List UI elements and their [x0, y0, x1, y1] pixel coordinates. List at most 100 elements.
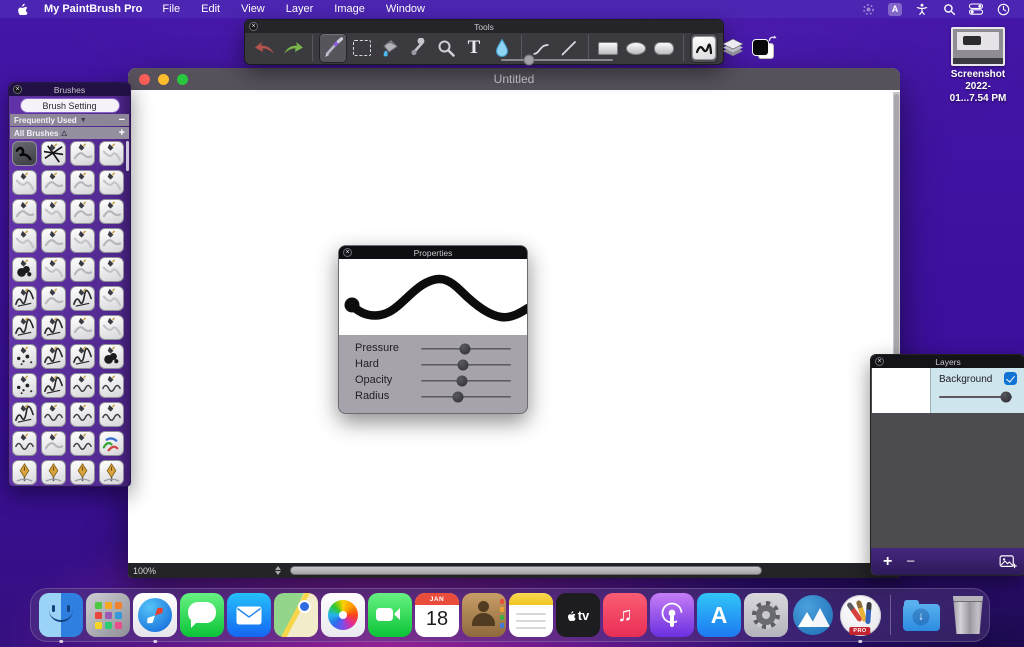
keyboard-input-icon[interactable]: A [888, 3, 902, 16]
close-icon[interactable]: × [875, 357, 884, 366]
color-swatch-tool[interactable] [748, 34, 778, 62]
brush-tile-goldpen[interactable] [41, 460, 66, 485]
brush-tile-darkblob[interactable] [99, 344, 124, 369]
clock-icon[interactable] [996, 2, 1010, 16]
menu-item-edit[interactable]: Edit [201, 3, 220, 15]
slider-handle[interactable] [457, 376, 468, 387]
dock-icon-finder[interactable] [39, 593, 83, 637]
add-layer-button[interactable]: + [883, 555, 892, 569]
brush-tile-goldpen[interactable] [99, 460, 124, 485]
layer-opacity-handle[interactable] [1001, 392, 1012, 403]
layer-thumbnail[interactable] [872, 368, 931, 413]
tools-palette-titlebar[interactable]: × Tools [245, 20, 723, 33]
freehand-brush-tool[interactable] [690, 33, 718, 63]
dock-icon-paintbrush-pro[interactable]: PRO [838, 593, 882, 637]
wrench-tool[interactable] [405, 34, 431, 62]
app-menu-title[interactable]: My PaintBrush Pro [44, 3, 142, 15]
brushes-panel-titlebar[interactable]: × Brushes [9, 83, 130, 96]
brush-tile-faint2[interactable] [99, 286, 124, 311]
close-icon[interactable]: × [13, 85, 22, 94]
brush-tile-faint2[interactable] [99, 315, 124, 340]
brush-tile-faint[interactable] [70, 199, 95, 224]
brush-tile-ink[interactable] [12, 315, 37, 340]
brush-tile-faint[interactable] [41, 170, 66, 195]
screen-mirroring-icon[interactable] [861, 2, 875, 16]
brush-tile-splat[interactable] [12, 344, 37, 369]
menu-item-image[interactable]: Image [334, 3, 365, 15]
slider-track[interactable] [421, 380, 511, 382]
brush-tile-goldpen[interactable] [70, 460, 95, 485]
brush-setting-button[interactable]: Brush Setting [20, 98, 120, 113]
search-icon[interactable] [942, 2, 956, 16]
screenshot-thumbnail[interactable] [951, 27, 1005, 66]
brush-tile-ink[interactable] [41, 373, 66, 398]
slider-handle[interactable] [458, 360, 469, 371]
brush-tile-wave[interactable] [70, 402, 95, 427]
dock-icon-mountain-app[interactable] [791, 593, 835, 637]
dock-icon-app-store[interactable]: A [697, 593, 741, 637]
dock-icon-downloads[interactable]: ↓ [899, 593, 943, 637]
properties-panel-titlebar[interactable]: × Properties [339, 246, 527, 259]
brush-tile-ink[interactable] [12, 402, 37, 427]
brush-tile-wave[interactable] [12, 431, 37, 456]
dock-icon-messages[interactable] [180, 593, 224, 637]
brush-tile-ink[interactable] [41, 315, 66, 340]
rounded-rect-shape-tool[interactable] [651, 34, 677, 62]
dock-icon-mail[interactable] [227, 593, 271, 637]
brush-tile-faint[interactable] [99, 228, 124, 253]
brush-tile-wave[interactable] [99, 402, 124, 427]
paintbrush-tool[interactable] [319, 33, 347, 63]
brush-tile-faint[interactable] [70, 315, 95, 340]
control-center-icon[interactable] [969, 2, 983, 16]
ellipse-shape-tool[interactable] [623, 34, 649, 62]
brush-tile-faint2[interactable] [99, 141, 124, 166]
dock-icon-contacts[interactable] [462, 593, 506, 637]
window-titlebar[interactable]: Untitled [128, 68, 900, 90]
dock-icon-launchpad[interactable] [86, 593, 130, 637]
close-icon[interactable]: × [249, 22, 258, 31]
brush-tile-faint[interactable] [41, 286, 66, 311]
dock-icon-calendar[interactable]: JAN 18 [415, 593, 459, 637]
brush-tile-goldpen[interactable] [12, 460, 37, 485]
dock-icon-notes[interactable] [509, 593, 553, 637]
remove-brush-button[interactable]: − [119, 115, 125, 125]
slider-track[interactable] [421, 348, 511, 350]
menu-item-view[interactable]: View [241, 3, 265, 15]
slider-handle[interactable] [452, 392, 463, 403]
brush-tile-faint[interactable] [99, 199, 124, 224]
brush-tile-faint[interactable] [41, 431, 66, 456]
brush-tile-ink[interactable] [41, 344, 66, 369]
layers-panel-titlebar[interactable]: × Layers [871, 355, 1024, 368]
brush-tile-faint[interactable] [70, 257, 95, 282]
swap-colors-icon[interactable] [768, 35, 777, 44]
brush-tile-faint[interactable] [70, 141, 95, 166]
brush-tile-faint2[interactable] [99, 170, 124, 195]
chevron-down-icon[interactable]: ▼ [80, 117, 87, 124]
brush-tile-color[interactable] [99, 431, 124, 456]
brush-tile-faint[interactable] [41, 228, 66, 253]
remove-layer-button[interactable]: − [906, 557, 915, 567]
brush-tile-ink[interactable] [70, 344, 95, 369]
layer-opacity-slider[interactable] [939, 396, 1012, 398]
foreground-color-swatch[interactable] [752, 39, 769, 56]
layer-visibility-checkbox[interactable] [1004, 372, 1017, 385]
brush-tile-faint[interactable] [12, 199, 37, 224]
brush-tile-wave[interactable] [99, 373, 124, 398]
brush-group-all-brushes[interactable]: All Brushes △ + [10, 127, 129, 139]
slider-track[interactable] [421, 396, 511, 398]
menu-item-window[interactable]: Window [386, 3, 425, 15]
magnifier-tool[interactable] [433, 34, 459, 62]
brush-tile-faint2[interactable] [12, 170, 37, 195]
menu-item-file[interactable]: File [162, 3, 180, 15]
dock-icon-maps[interactable] [274, 593, 318, 637]
marquee-select-tool[interactable] [349, 34, 375, 62]
brush-tile-dark[interactable] [12, 141, 37, 166]
brush-tile-ink[interactable] [70, 286, 95, 311]
dock-icon-photos[interactable] [321, 593, 365, 637]
slider-track[interactable] [421, 364, 511, 366]
dock-icon-trash[interactable] [946, 593, 990, 637]
brush-tile-cross[interactable] [41, 141, 66, 166]
menu-item-layer[interactable]: Layer [286, 3, 314, 15]
slider-handle[interactable] [460, 344, 471, 355]
dock-icon-podcasts[interactable] [650, 593, 694, 637]
